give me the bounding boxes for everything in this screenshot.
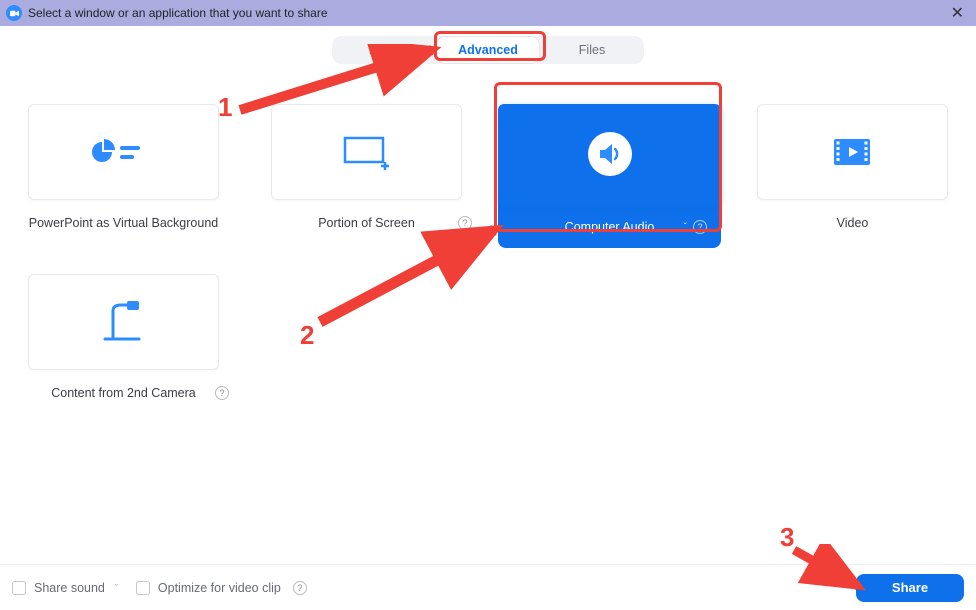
card-computer-audio[interactable]: Computer Audio ˇ ? — [498, 104, 721, 248]
tabs: Basic Advanced Files — [332, 36, 644, 64]
card-label-row: Content from 2nd Camera ? — [12, 386, 235, 400]
card-video[interactable]: Video — [741, 104, 964, 248]
card-label: Computer Audio — [565, 220, 655, 234]
help-icon[interactable]: ? — [293, 581, 307, 595]
card-label: Video — [837, 216, 869, 230]
optimize-checkbox[interactable] — [136, 581, 150, 595]
help-icon[interactable]: ? — [458, 216, 472, 230]
tab-advanced[interactable]: Advanced — [436, 36, 540, 64]
card-thumb — [28, 274, 220, 370]
chevron-down-icon[interactable]: ˇ — [115, 583, 118, 593]
optimize-label: Optimize for video clip — [158, 581, 281, 595]
pie-chart-icon — [88, 135, 158, 169]
chevron-down-icon[interactable]: ˇ — [684, 222, 687, 233]
footer: Share sound ˇ Optimize for video clip ? … — [0, 564, 976, 610]
doc-camera-icon — [99, 301, 147, 343]
speaker-icon — [586, 130, 634, 178]
card-thumb — [271, 104, 463, 200]
card-label: PowerPoint as Virtual Background — [29, 216, 218, 230]
card-label-row: Video — [741, 216, 964, 230]
app-icon — [6, 5, 22, 21]
share-button[interactable]: Share — [856, 574, 964, 602]
tab-basic[interactable]: Basic — [332, 36, 436, 64]
card-label-row: Computer Audio ˇ ? — [498, 220, 721, 234]
card-label-row: Portion of Screen ? — [255, 216, 478, 230]
card-label: Content from 2nd Camera — [51, 386, 196, 400]
footer-left: Share sound ˇ Optimize for video clip ? — [12, 581, 307, 595]
titlebar: Select a window or an application that y… — [0, 0, 976, 26]
close-icon[interactable]: ✕ — [945, 3, 970, 23]
film-icon — [832, 137, 872, 167]
share-sound-checkbox[interactable] — [12, 581, 26, 595]
crop-rect-icon — [341, 134, 391, 170]
annotation-number-3: 3 — [780, 522, 794, 553]
card-thumb — [28, 104, 220, 200]
help-icon[interactable]: ? — [693, 220, 707, 234]
card-label-row: PowerPoint as Virtual Background — [12, 216, 235, 230]
card-thumb — [498, 104, 721, 204]
card-label: Portion of Screen — [318, 216, 415, 230]
help-icon[interactable]: ? — [215, 386, 229, 400]
card-second-camera[interactable]: Content from 2nd Camera ? — [12, 274, 235, 418]
window-title: Select a window or an application that y… — [28, 6, 328, 20]
tabs-row: Basic Advanced Files — [0, 36, 976, 64]
card-thumb — [757, 104, 949, 200]
card-ppt-virtual-bg[interactable]: PowerPoint as Virtual Background — [12, 104, 235, 248]
share-options-grid: PowerPoint as Virtual Background Portion… — [0, 80, 976, 418]
card-portion-of-screen[interactable]: Portion of Screen ? — [255, 104, 478, 248]
titlebar-left: Select a window or an application that y… — [6, 5, 328, 21]
tab-files[interactable]: Files — [540, 36, 644, 64]
share-sound-label: Share sound — [34, 581, 105, 595]
